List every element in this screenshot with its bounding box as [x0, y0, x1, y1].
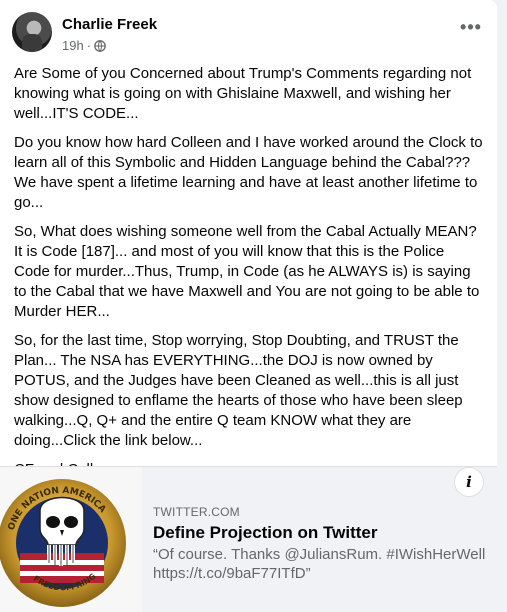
punisher-emblem-image: ONE NATION AMERICA FREEDOM RING: [0, 479, 126, 607]
link-title[interactable]: Define Projection on Twitter: [153, 523, 377, 543]
post-timestamp[interactable]: 19h: [62, 38, 84, 53]
post-body: Are Some of you Concerned about Trump's …: [14, 64, 484, 489]
meta-separator: ·: [86, 38, 92, 53]
post-meta: 19h ·: [62, 38, 106, 53]
more-options-button[interactable]: •••: [457, 18, 485, 40]
post-header: Charlie Freek 19h · •••: [12, 12, 487, 56]
facebook-post: Charlie Freek 19h · ••• Are Some of you …: [0, 0, 497, 612]
post-paragraph: So, What does wishing someone well from …: [14, 223, 480, 320]
link-description-line: https://t.co/9baF77ITfD”: [153, 565, 311, 582]
link-description: “Of course. Thanks @JuliansRum. #IWishHe…: [153, 545, 493, 583]
globe-icon[interactable]: [94, 39, 106, 52]
link-preview-card[interactable]: ONE NATION AMERICA FREEDOM RING i TWITTE…: [0, 466, 497, 612]
author-avatar[interactable]: [12, 12, 52, 52]
post-paragraph: Are Some of you Concerned about Trump's …: [14, 65, 472, 122]
link-thumbnail[interactable]: ONE NATION AMERICA FREEDOM RING: [0, 467, 142, 612]
post-paragraph: So, for the last time, Stop worrying, St…: [14, 332, 463, 449]
post-paragraph: Do you know how hard Colleen and I have …: [14, 134, 483, 211]
author-name[interactable]: Charlie Freek: [62, 16, 157, 33]
info-icon[interactable]: i: [454, 467, 484, 497]
link-domain: TWITTER.COM: [153, 505, 240, 519]
link-description-line: “Of course. Thanks @JuliansRum. #IWishHe…: [153, 546, 486, 563]
